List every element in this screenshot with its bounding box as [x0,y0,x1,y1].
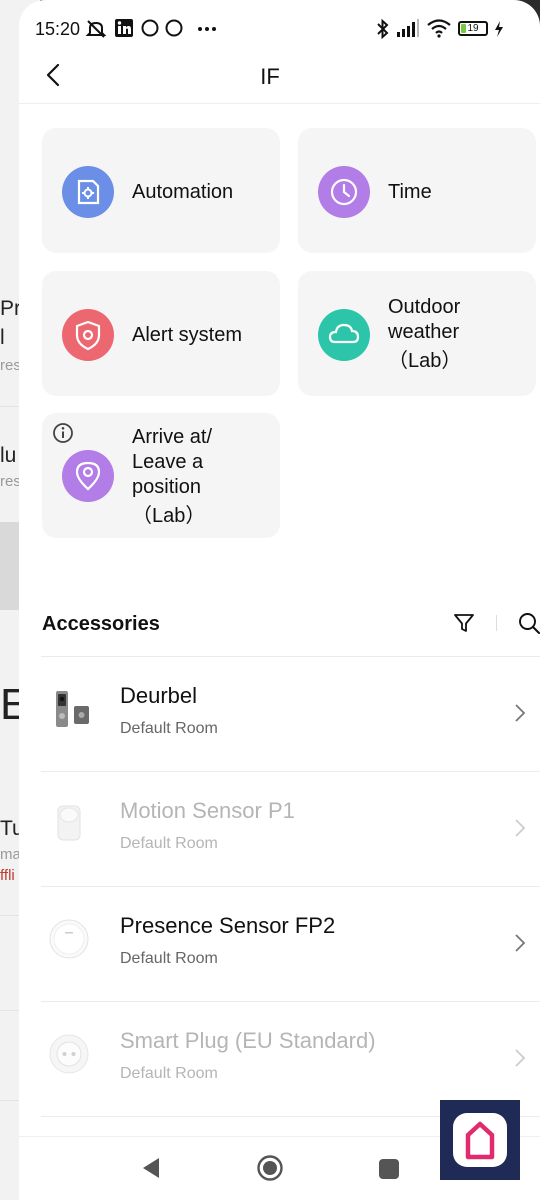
if-condition-sheet: 15:20 19 IF Automation Time Alert system… [19,0,540,1200]
condition-label-line: Outdoor [388,296,461,318]
mute-icon [85,20,107,38]
accessory-room: Default Room [120,720,218,737]
accessory-room: Default Room [120,835,218,852]
more-dots-icon [198,27,216,31]
accessory-room: Default Room [120,950,218,967]
presence-sensor-icon [47,917,91,961]
condition-label: Time [388,181,432,203]
accessory-name: Motion Sensor P1 [120,798,295,823]
bg-text: l [0,326,5,349]
condition-label-line: Arrive at/ [132,426,213,448]
bg-text: res [0,357,21,374]
bg-text: lu [0,444,17,467]
bg-text: ma [0,846,21,863]
status-bar: 15:20 19 [19,0,540,60]
accessory-name: Smart Plug (EU Standard) [120,1028,376,1053]
nav-back-icon[interactable] [140,1156,162,1180]
accessory-row[interactable]: Presence Sensor FP2 Default Room [41,887,540,1001]
condition-card-time[interactable]: Time [298,128,536,253]
accessories-title: Accessories [42,613,160,635]
accessory-room: Default Room [120,1065,218,1082]
condition-card-arrive-leave[interactable]: Arrive at/ Leave a position （Lab） [42,413,280,538]
smart-plug-icon [47,1032,91,1076]
home-app-icon [453,1113,507,1167]
charging-icon [495,21,503,37]
condition-label-line: （Lab） [388,350,462,372]
battery-level: 19 [467,23,479,34]
accessory-row[interactable]: Smart Plug (EU Standard) Default Room [41,1002,540,1116]
floating-app-shortcut[interactable] [440,1100,520,1180]
motion-sensor-icon [47,802,91,846]
header-divider [19,103,540,104]
shield-icon [62,309,114,361]
linkedin-icon [115,19,133,37]
wifi-icon [427,19,451,38]
clock-icon [318,166,370,218]
chevron-right-icon [515,819,526,837]
nav-recents-icon[interactable] [378,1158,400,1180]
condition-label-line: （Lab） [132,505,206,527]
bg-text: ffli [0,867,15,884]
filter-icon[interactable] [452,611,476,635]
circle-icon [165,19,183,37]
accessory-name: Presence Sensor FP2 [120,913,336,938]
page-title: IF [260,64,280,89]
toolbar-divider [496,615,497,631]
chevron-right-icon [515,934,526,952]
doorbell-icon [47,687,91,731]
automation-icon [62,166,114,218]
location-pin-icon [62,450,114,502]
nav-home-icon[interactable] [256,1154,284,1182]
bluetooth-icon [377,18,389,40]
search-icon[interactable] [517,611,540,635]
condition-label-line: Leave a [132,451,204,473]
condition-card-alert-system[interactable]: Alert system [42,271,280,396]
cloud-icon [318,309,370,361]
circle-icon [141,19,159,37]
condition-label: Automation [132,181,234,203]
condition-card-outdoor-weather[interactable]: Outdoor weather （Lab） [298,271,536,396]
status-time: 15:20 [35,19,81,39]
condition-label: Alert system [132,324,243,346]
accessory-row[interactable]: Motion Sensor P1 Default Room [41,772,540,886]
accessory-name: Deurbel [120,683,198,708]
accessory-row[interactable]: Deurbel Default Room [41,657,540,771]
condition-label-line: position [132,476,201,498]
signal-icon [397,19,419,37]
chevron-right-icon [515,1049,526,1067]
condition-label-line: weather [388,321,460,343]
battery-icon: 19 [458,21,488,36]
bg-text: res [0,473,21,490]
condition-card-automation[interactable]: Automation [42,128,280,253]
info-icon[interactable] [52,422,74,444]
chevron-right-icon [515,704,526,722]
